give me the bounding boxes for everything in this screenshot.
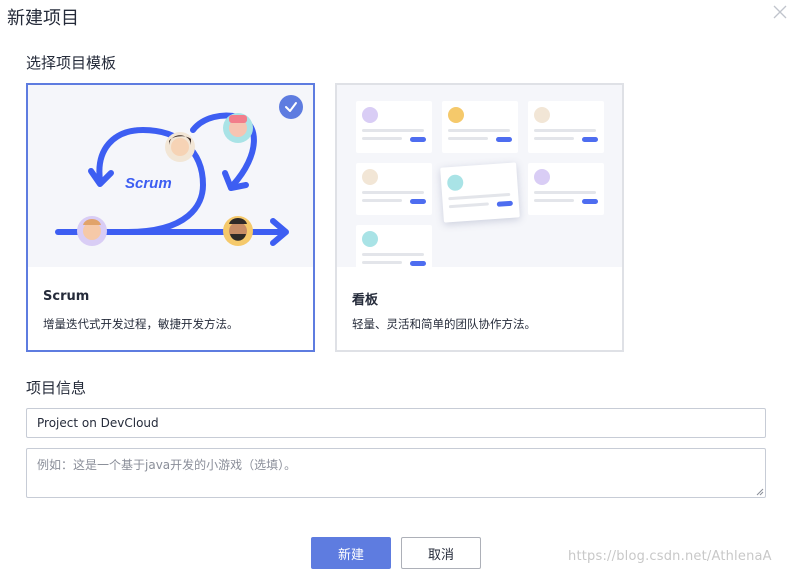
dialog-title: 新建项目 bbox=[7, 8, 79, 29]
card-name-scrum: Scrum bbox=[43, 289, 90, 304]
scrum-illustration-label: Scrum bbox=[125, 175, 172, 192]
kanban-illustration bbox=[337, 85, 622, 267]
create-button[interactable]: 新建 bbox=[311, 537, 391, 569]
scrum-illustration: Scrum bbox=[28, 85, 313, 267]
project-name-input[interactable] bbox=[26, 408, 766, 438]
resize-grip-icon[interactable] bbox=[754, 486, 764, 496]
cancel-button[interactable]: 取消 bbox=[401, 537, 481, 569]
watermark: https://blog.csdn.net/AthlenaA bbox=[568, 549, 772, 564]
project-description-input[interactable] bbox=[26, 448, 766, 498]
close-icon[interactable] bbox=[773, 5, 787, 19]
card-name-kanban: 看板 bbox=[352, 293, 379, 308]
check-icon bbox=[279, 95, 303, 119]
template-section-label: 选择项目模板 bbox=[26, 54, 117, 72]
template-card-scrum[interactable]: Scrum Scrum 增量迭代式开发过程，敏捷开发方法。 bbox=[26, 83, 315, 352]
card-description-scrum: 增量迭代式开发过程，敏捷开发方法。 bbox=[43, 317, 239, 331]
card-description-kanban: 轻量、灵活和简单的团队协作方法。 bbox=[352, 317, 536, 331]
template-card-kanban[interactable]: 看板 轻量、灵活和简单的团队协作方法。 bbox=[335, 83, 624, 352]
info-section-label: 项目信息 bbox=[26, 379, 87, 397]
